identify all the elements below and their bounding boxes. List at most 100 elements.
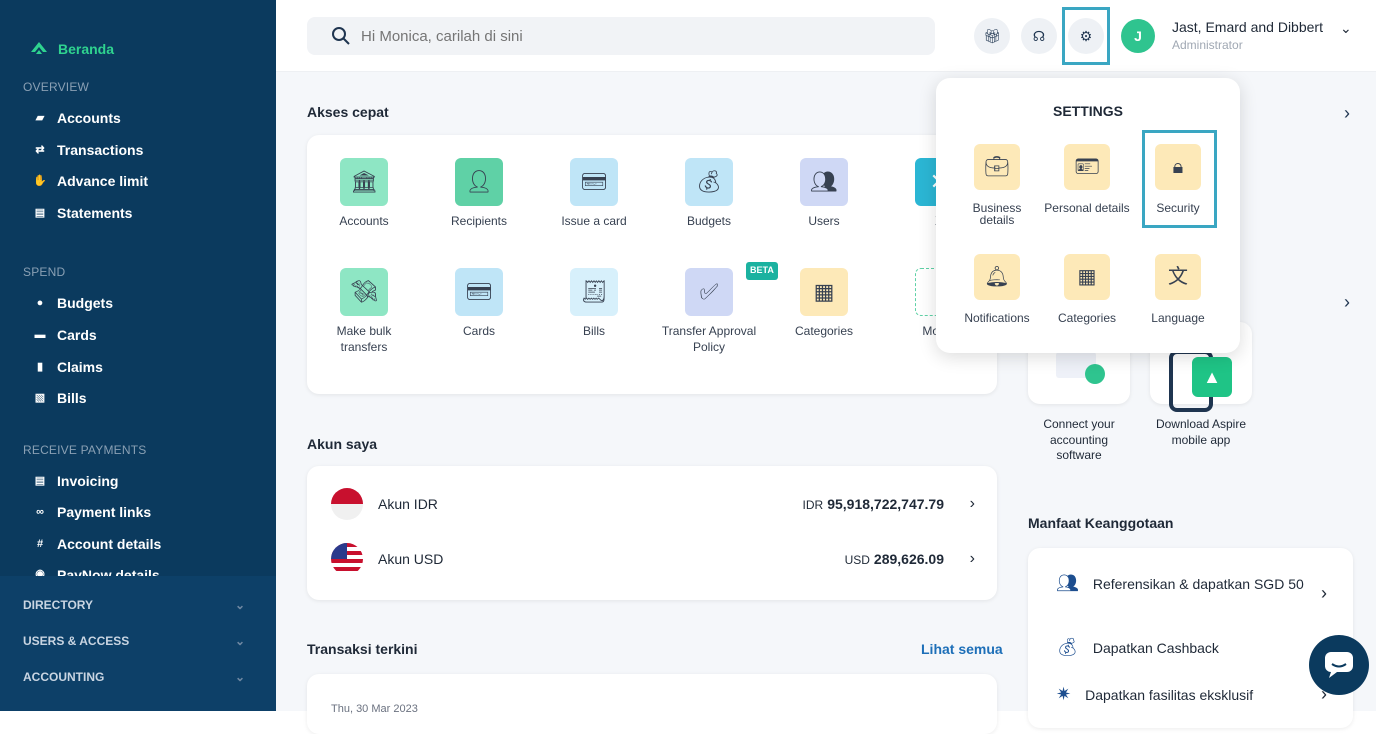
membership-cashback[interactable]: 💰︎ Dapatkan Cashback xyxy=(1056,637,1219,658)
settings-security[interactable]: 🔒︎ Security xyxy=(1135,144,1221,214)
transactions-title: Transaksi terkini xyxy=(307,641,418,657)
quick-transfer-approval[interactable]: ✅︎ BETA Transfer Approval Policy xyxy=(659,262,778,355)
settings-notifications[interactable]: 🔔︎ Notifications xyxy=(954,254,1040,324)
transactions-card: Thu, 30 Mar 2023 xyxy=(307,674,997,734)
see-all-link[interactable]: Lihat semua xyxy=(921,641,1003,657)
quick-access-title: Akses cepat xyxy=(307,104,389,120)
nav-statements[interactable]: ▤ Statements xyxy=(33,205,133,221)
amount: 289,626.09 xyxy=(873,551,944,567)
transaction-date: Thu, 30 Mar 2023 xyxy=(331,703,418,715)
chat-icon xyxy=(1325,652,1353,678)
nav-transactions[interactable]: ⇄ Transactions xyxy=(33,142,143,158)
quick-accounts[interactable]: 🏛︎ Accounts xyxy=(314,158,414,230)
group-label: DIRECTORY xyxy=(23,598,94,612)
briefcase-icon: 💼︎ xyxy=(974,144,1020,190)
avatar[interactable]: J xyxy=(1121,19,1155,53)
gift-button[interactable]: 🎁︎ xyxy=(974,18,1010,54)
chevron-down-icon: ⌄ xyxy=(234,634,245,648)
group-directory[interactable]: DIRECTORY ⌄ xyxy=(23,598,245,612)
search-icon xyxy=(332,27,350,45)
group-accounting[interactable]: ACCOUNTING ⌄ xyxy=(23,670,245,684)
settings-categories[interactable]: ▦ Categories xyxy=(1044,254,1130,324)
users-icon: 👥︎ xyxy=(800,158,848,206)
search-bar[interactable] xyxy=(307,17,935,55)
group-label: ACCOUNTING xyxy=(23,670,105,684)
account-balance: IDR 95,918,722,747.79 xyxy=(803,496,944,512)
nav-invoicing[interactable]: ▤ Invoicing xyxy=(33,473,119,489)
quick-label: Categories xyxy=(794,324,854,338)
card-icon: ▬ xyxy=(34,329,46,341)
main-content: 🎁︎ ☊ ⚙ J Jast, Emard and Dibbert Adminis… xyxy=(276,0,1376,734)
quick-users[interactable]: 👥︎ Users xyxy=(774,158,874,230)
quick-label: Accounts xyxy=(339,214,389,228)
quick-issue-card[interactable]: 💳︎ Issue a card xyxy=(544,158,644,230)
quick-bills[interactable]: 🧾︎ Bills xyxy=(544,268,644,340)
aspire-logo-icon xyxy=(31,42,47,54)
settings-personal-details[interactable]: 🪪︎ Personal details xyxy=(1044,144,1130,214)
account-row-idr[interactable]: Akun IDR IDR 95,918,722,747.79 › xyxy=(307,478,997,530)
nav-label: Claims xyxy=(57,359,103,375)
money-bag-icon: 💰︎ xyxy=(685,158,733,206)
account-balance: USD 289,626.09 xyxy=(845,551,944,567)
quick-budgets[interactable]: 💰︎ Budgets xyxy=(659,158,759,230)
nav-cards[interactable]: ▬ Cards xyxy=(33,327,97,343)
chevron-right-icon[interactable]: › xyxy=(1321,583,1327,604)
search-input[interactable] xyxy=(361,27,901,45)
nav-payment-links[interactable]: ∞ Payment links xyxy=(33,504,151,520)
membership-card: 👥︎ Referensikan & dapatkan SGD 50 › 💰︎ Dap… xyxy=(1028,548,1353,728)
nav-account-details[interactable]: # Account details xyxy=(33,536,161,552)
account-name: Akun IDR xyxy=(378,496,438,512)
quick-label: Cards xyxy=(462,324,495,338)
lock-icon: 🔒︎ xyxy=(1155,144,1201,190)
id-card-icon: 🪪︎ xyxy=(1064,144,1110,190)
nav-label: Accounts xyxy=(57,110,121,126)
quick-categories[interactable]: ▦ Categories xyxy=(774,268,874,340)
support-button[interactable]: ☊ xyxy=(1021,18,1057,54)
quick-cards[interactable]: 💳︎ Cards xyxy=(429,268,529,340)
download-app-label: Download Aspire mobile app xyxy=(1155,417,1247,447)
account-row-usd[interactable]: Akun USD USD 289,626.09 › xyxy=(307,533,997,585)
sidebar: Beranda OVERVIEW ▰ Accounts ⇄ Transactions… xyxy=(0,0,276,711)
nav-budgets[interactable]: ● Budgets xyxy=(33,295,113,311)
chevron-right-icon[interactable]: › xyxy=(1344,292,1350,313)
nav-beranda-label: Beranda xyxy=(58,41,115,57)
nav-label: Cards xyxy=(57,327,97,343)
gift-icon: 🎁︎ xyxy=(983,27,1001,44)
membership-referral[interactable]: 👥︎ Referensikan & dapatkan SGD 50 xyxy=(1056,573,1326,594)
nav-claims[interactable]: ▮ Claims xyxy=(33,359,103,375)
cards-icon: 💳︎ xyxy=(455,268,503,316)
quick-recipients[interactable]: 👤︎ Recipients xyxy=(429,158,529,230)
nav-beranda[interactable]: Beranda xyxy=(30,40,114,58)
add-card-icon: 💳︎ xyxy=(570,158,618,206)
quick-label: Recipients xyxy=(450,214,508,228)
group-users-access[interactable]: USERS & ACCESS ⌄ xyxy=(23,634,245,648)
user-name[interactable]: Jast, Emard and Dibbert xyxy=(1172,19,1323,35)
settings-dropdown: SETTINGS 💼︎ Business details 🪪︎ Personal d… xyxy=(936,78,1240,353)
chevron-right-icon[interactable]: › xyxy=(1344,103,1350,124)
settings-button[interactable]: ⚙ xyxy=(1068,18,1104,54)
settings-label: Language xyxy=(1151,311,1205,325)
quick-bulk-transfers[interactable]: 💸︎ Make bulk transfers xyxy=(314,268,414,355)
translate-icon: 文 xyxy=(1155,254,1201,300)
settings-language[interactable]: 文 Language xyxy=(1135,254,1221,324)
bill-icon: ▧ xyxy=(34,392,46,404)
chat-button[interactable] xyxy=(1309,635,1369,695)
nav-advance-limit[interactable]: ✋ Advance limit xyxy=(33,173,148,189)
settings-business-details[interactable]: 💼︎ Business details xyxy=(954,144,1040,226)
aspire-app-icon: ▲ xyxy=(1192,357,1232,397)
nav-paynow-details[interactable]: ◉ PayNow details xyxy=(33,567,160,576)
membership-exclusive[interactable]: ✷ Dapatkan fasilitas eksklusif xyxy=(1056,684,1253,705)
link-icon: ∞ xyxy=(36,506,44,518)
nav-bills[interactable]: ▧ Bills xyxy=(33,390,87,406)
quick-label: Transfer Approval Policy xyxy=(661,324,757,354)
section-overview: OVERVIEW xyxy=(23,80,90,94)
chevron-down-icon[interactable]: ⌄ xyxy=(1340,20,1352,37)
section-receive: RECEIVE PAYMENTS xyxy=(23,443,147,457)
invoice-icon: ▤ xyxy=(34,475,46,487)
hand-money-icon: ✋ xyxy=(33,175,47,187)
bank-icon: 🏛︎ xyxy=(340,158,388,206)
headset-icon: ☊ xyxy=(1032,27,1046,44)
cashback-icon: 💰︎ xyxy=(1056,637,1079,657)
nav-label: Payment links xyxy=(57,504,152,520)
nav-accounts[interactable]: ▰ Accounts xyxy=(33,110,121,126)
